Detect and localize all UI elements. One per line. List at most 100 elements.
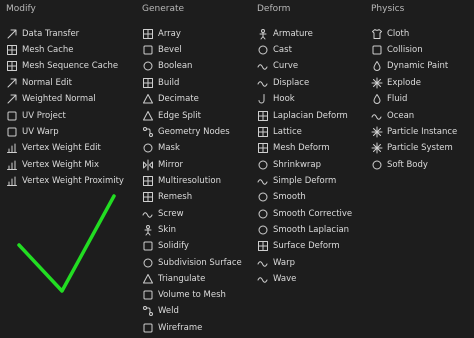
menu-item-label: Surface Deform bbox=[273, 241, 340, 251]
menu-item-label: Smooth Laplacian bbox=[273, 225, 350, 235]
menu-item-warp[interactable]: Warp bbox=[257, 255, 295, 271]
menu-item-label: Mesh Sequence Cache bbox=[22, 61, 119, 71]
menu-item-weighted-normal[interactable]: Weighted Normal bbox=[6, 91, 96, 107]
menu-item-solidify[interactable]: Solidify bbox=[142, 238, 189, 254]
menu-item-lattice[interactable]: Lattice bbox=[257, 124, 302, 140]
simple-deform-icon bbox=[257, 175, 269, 187]
edge-split-icon bbox=[142, 110, 154, 122]
menu-item-dynamic-paint[interactable]: Dynamic Paint bbox=[371, 58, 448, 74]
menu-item-mesh-sequence-cache[interactable]: Mesh Sequence Cache bbox=[6, 58, 118, 74]
vertex-weight-edit-icon bbox=[6, 142, 18, 154]
menu-item-label: Hook bbox=[273, 94, 295, 104]
menu-item-label: Ocean bbox=[387, 111, 415, 121]
menu-item-screw[interactable]: Screw bbox=[142, 206, 184, 222]
menu-item-data-transfer[interactable]: Data Transfer bbox=[6, 26, 79, 42]
menu-item-uv-warp[interactable]: UV Warp bbox=[6, 124, 59, 140]
menu-item-cast[interactable]: Cast bbox=[257, 42, 292, 58]
menu-item-label: Vertex Weight Edit bbox=[22, 143, 101, 153]
menu-item-smooth-laplacian[interactable]: Smooth Laplacian bbox=[257, 222, 349, 238]
menu-item-mirror[interactable]: Mirror bbox=[142, 157, 183, 173]
menu-item-hook[interactable]: Hook bbox=[257, 91, 295, 107]
mesh-cache-icon bbox=[6, 44, 18, 56]
mirror-icon bbox=[142, 159, 154, 171]
menu-item-build[interactable]: Build bbox=[142, 75, 179, 91]
menu-item-vertex-weight-mix[interactable]: Vertex Weight Mix bbox=[6, 157, 99, 173]
menu-item-bevel[interactable]: Bevel bbox=[142, 42, 182, 58]
menu-item-particle-system[interactable]: Particle System bbox=[371, 140, 453, 156]
menu-item-explode[interactable]: Explode bbox=[371, 75, 421, 91]
menu-item-label: Mirror bbox=[158, 160, 184, 170]
menu-item-soft-body[interactable]: Soft Body bbox=[371, 157, 428, 173]
geometry-nodes-icon bbox=[142, 126, 154, 138]
cloth-icon bbox=[371, 28, 383, 40]
menu-item-mask[interactable]: Mask bbox=[142, 140, 180, 156]
array-icon bbox=[142, 28, 154, 40]
menu-item-subdivision-surface[interactable]: Subdivision Surface bbox=[142, 255, 242, 271]
uv-project-icon bbox=[6, 110, 18, 122]
menu-item-decimate[interactable]: Decimate bbox=[142, 91, 199, 107]
particle-instance-icon bbox=[371, 126, 383, 138]
menu-item-surface-deform[interactable]: Surface Deform bbox=[257, 238, 340, 254]
menu-item-displace[interactable]: Displace bbox=[257, 75, 309, 91]
menu-item-uv-project[interactable]: UV Project bbox=[6, 108, 66, 124]
menu-item-label: Laplacian Deform bbox=[273, 111, 348, 121]
menu-item-label: Cast bbox=[273, 45, 292, 55]
menu-item-boolean[interactable]: Boolean bbox=[142, 58, 192, 74]
menu-item-vertex-weight-proximity[interactable]: Vertex Weight Proximity bbox=[6, 173, 124, 189]
menu-item-particle-instance[interactable]: Particle Instance bbox=[371, 124, 457, 140]
menu-item-label: UV Project bbox=[22, 111, 66, 121]
menu-item-label: Subdivision Surface bbox=[158, 258, 242, 268]
menu-item-simple-deform[interactable]: Simple Deform bbox=[257, 173, 336, 189]
menu-item-volume-to-mesh[interactable]: Volume to Mesh bbox=[142, 287, 226, 303]
menu-item-multiresolution[interactable]: Multiresolution bbox=[142, 173, 221, 189]
menu-item-ocean[interactable]: Ocean bbox=[371, 108, 414, 124]
menu-item-wave[interactable]: Wave bbox=[257, 271, 296, 287]
menu-item-label: Multiresolution bbox=[158, 176, 221, 186]
bevel-icon bbox=[142, 44, 154, 56]
multiresolution-icon bbox=[142, 175, 154, 187]
menu-item-array[interactable]: Array bbox=[142, 26, 181, 42]
menu-item-skin[interactable]: Skin bbox=[142, 222, 176, 238]
menu-item-label: Wave bbox=[273, 274, 297, 284]
menu-item-label: Triangulate bbox=[158, 274, 206, 284]
menu-item-geometry-nodes[interactable]: Geometry Nodes bbox=[142, 124, 230, 140]
menu-item-vertex-weight-edit[interactable]: Vertex Weight Edit bbox=[6, 140, 101, 156]
armature-icon bbox=[257, 28, 269, 40]
menu-item-laplacian-deform[interactable]: Laplacian Deform bbox=[257, 108, 348, 124]
menu-item-label: Remesh bbox=[158, 192, 193, 202]
menu-item-label: Data Transfer bbox=[22, 29, 80, 39]
menu-item-edge-split[interactable]: Edge Split bbox=[142, 108, 201, 124]
menu-item-smooth[interactable]: Smooth bbox=[257, 189, 306, 205]
menu-item-shrinkwrap[interactable]: Shrinkwrap bbox=[257, 157, 321, 173]
menu-item-smooth-corrective[interactable]: Smooth Corrective bbox=[257, 206, 352, 222]
menu-item-mesh-deform[interactable]: Mesh Deform bbox=[257, 140, 330, 156]
menu-item-label: Armature bbox=[273, 29, 313, 39]
menu-item-label: Geometry Nodes bbox=[158, 127, 230, 137]
menu-item-armature[interactable]: Armature bbox=[257, 26, 313, 42]
menu-item-label: Warp bbox=[273, 258, 295, 268]
smooth-corrective-icon bbox=[257, 208, 269, 220]
soft-body-icon bbox=[371, 159, 383, 171]
menu-item-label: Bevel bbox=[158, 45, 182, 55]
uv-warp-icon bbox=[6, 126, 18, 138]
menu-item-weld[interactable]: Weld bbox=[142, 303, 179, 319]
lattice-icon bbox=[257, 126, 269, 138]
column-header-deform: Deform bbox=[257, 4, 291, 14]
menu-item-normal-edit[interactable]: Normal Edit bbox=[6, 75, 72, 91]
menu-item-cloth[interactable]: Cloth bbox=[371, 26, 409, 42]
surface-deform-icon bbox=[257, 240, 269, 252]
menu-item-mesh-cache[interactable]: Mesh Cache bbox=[6, 42, 74, 58]
menu-item-label: Normal Edit bbox=[22, 78, 72, 88]
menu-item-label: Screw bbox=[158, 209, 184, 219]
menu-item-curve[interactable]: Curve bbox=[257, 58, 298, 74]
menu-item-collision[interactable]: Collision bbox=[371, 42, 423, 58]
menu-item-wireframe[interactable]: Wireframe bbox=[142, 320, 202, 336]
subdivision-surface-icon bbox=[142, 257, 154, 269]
solidify-icon bbox=[142, 240, 154, 252]
menu-item-remesh[interactable]: Remesh bbox=[142, 189, 192, 205]
menu-item-fluid[interactable]: Fluid bbox=[371, 91, 407, 107]
data-transfer-icon bbox=[6, 28, 18, 40]
shrinkwrap-icon bbox=[257, 159, 269, 171]
menu-item-triangulate[interactable]: Triangulate bbox=[142, 271, 205, 287]
menu-item-label: Particle Instance bbox=[387, 127, 458, 137]
